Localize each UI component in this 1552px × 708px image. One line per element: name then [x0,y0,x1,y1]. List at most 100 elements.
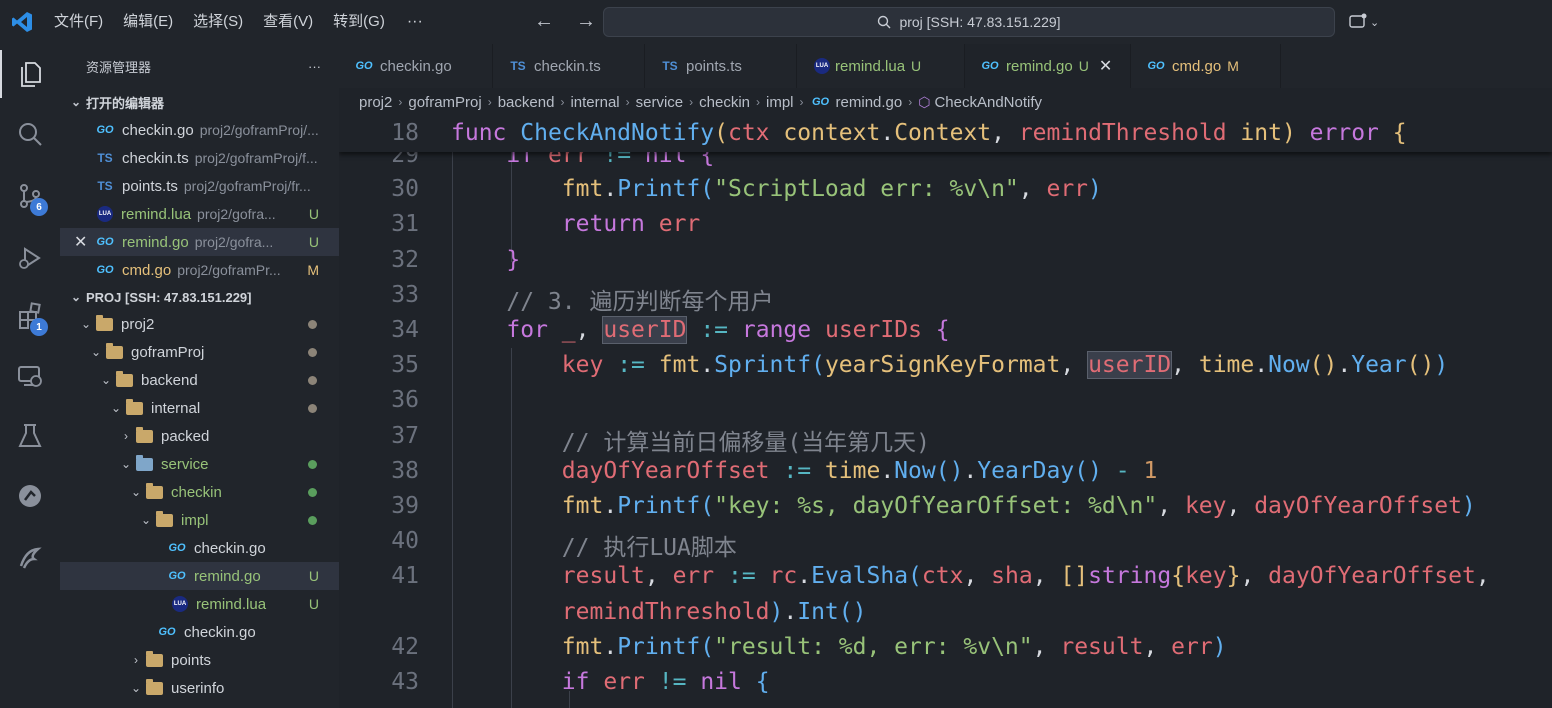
search-icon[interactable] [0,110,60,158]
ts-file-icon: TS [97,179,113,193]
tab-points-ts[interactable]: TS points.ts [645,44,797,88]
chevron-down-icon: ⌄ [120,457,132,471]
chevron-right-icon: › [134,653,138,667]
chevron-down-icon: ⌄ [140,513,152,527]
open-editor-item[interactable]: GO checkin.go proj2/goframProj/... [60,116,339,144]
open-editor-item-active[interactable]: ✕ GO remind.go proj2/gofra... U [60,228,339,256]
folder-open-icon [106,342,123,359]
tab-checkin-go[interactable]: GO checkin.go [339,44,493,88]
menu-more-button[interactable]: ··· [395,13,435,31]
sticky-scroll-header[interactable]: 18 func CheckAndNotify(ctx context.Conte… [339,116,1552,152]
code-line: // 计算当前日偏移量(当年第几天) [561,430,931,456]
forward-arrow-icon[interactable]: → [572,8,600,36]
go-file-icon: GO [96,124,114,136]
menu-selection[interactable]: 选择(S) [183,0,253,44]
menu-bar: 文件(F) 编辑(E) 选择(S) 查看(V) 转到(G) ··· [44,0,435,44]
search-icon [878,15,891,29]
line-number: 30 [391,176,419,202]
untracked-badge: U [308,206,319,222]
tab-cmd-go[interactable]: GO cmd.go M [1131,44,1281,88]
extensions-icon[interactable]: 1 [0,292,60,340]
tree-folder[interactable]: ⌄ internal [60,394,339,422]
menu-view[interactable]: 查看(V) [253,0,323,44]
open-editor-item[interactable]: TS checkin.ts proj2/goframProj/f... [60,144,339,172]
breadcrumb-item[interactable]: CheckAndNotify [934,94,1042,111]
go-file-icon: GO [158,626,176,638]
modified-badge: M [307,262,319,278]
code-line: fmt.Printf("ScriptLoad err: %v\n", err) [561,176,1102,202]
testing-icon[interactable] [0,412,60,460]
workspace-header[interactable]: ⌄ PROJ [SSH: 47.83.151.229] [60,284,339,310]
breadcrumb-item[interactable]: checkin [699,94,750,111]
lua-file-icon: LUA [97,206,113,222]
close-tab-icon[interactable]: ✕ [1099,56,1112,76]
open-editor-item[interactable]: TS points.ts proj2/goframProj/fr... [60,172,339,200]
open-editor-item[interactable]: LUA remind.lua proj2/gofra... U [60,200,339,228]
breadcrumb-item[interactable]: impl [766,94,794,111]
tab-checkin-ts[interactable]: TS checkin.ts [493,44,645,88]
line-number: 37 [391,423,419,449]
breadcrumb-item[interactable]: backend [498,94,555,111]
editor-tabs: GO checkin.go TS checkin.ts TS points.ts… [339,44,1552,88]
tree-folder[interactable]: › packed [60,422,339,450]
tree-file[interactable]: GO checkin.go [60,618,339,646]
back-arrow-icon[interactable]: ← [530,8,558,36]
breadcrumb-item[interactable]: proj2 [359,94,392,111]
source-control-icon[interactable]: 6 [0,172,60,220]
code-line: for _, userID := range userIDs { [506,316,950,344]
breadcrumb-item[interactable]: internal [570,94,619,111]
chevron-down-icon: ⌄ [70,95,82,109]
chevron-down-icon: ⌄ [70,290,82,304]
run-debug-icon[interactable] [0,234,60,282]
tree-folder[interactable]: ⌄ userinfo [60,674,339,702]
activity-bar: 6 1 [0,44,60,708]
command-center-search[interactable]: proj [SSH: 47.83.151.229] [603,7,1335,37]
line-number: 39 [391,493,419,519]
breadcrumb-item[interactable]: remind.go [836,94,903,111]
copilot-icon[interactable]: ⌄ [1348,10,1388,34]
explorer-more-button[interactable]: ··· [308,59,321,74]
line-number: 32 [391,247,419,273]
open-editors-header[interactable]: ⌄ 打开的编辑器 [60,88,339,116]
close-icon[interactable]: ✕ [74,232,94,252]
tree-folder[interactable]: ⌄ service [60,450,339,478]
tab-remind-lua[interactable]: LUA remind.lua U [797,44,965,88]
ts-file-icon: TS [97,151,113,165]
code-line: return err [561,211,701,237]
line-number: 38 [391,458,419,484]
rest-client-icon[interactable] [0,534,60,582]
tree-folder[interactable]: ⌄ impl [60,506,339,534]
menu-file[interactable]: 文件(F) [44,0,113,44]
code-line: result, err := rc.EvalSha(ctx, sha, []st… [561,563,1490,589]
gitlens-icon[interactable] [0,472,60,520]
untracked-badge: U [308,234,319,250]
tree-file[interactable]: GO checkin.go [60,534,339,562]
menu-go[interactable]: 转到(G) [323,0,395,44]
tree-file[interactable]: LUA remind.lua U [60,590,339,618]
tree-folder[interactable]: › points [60,646,339,674]
tab-remind-go[interactable]: GO remind.go U ✕ [965,44,1131,88]
breadcrumb-item[interactable]: service [636,94,684,111]
breadcrumb-item[interactable]: goframProj [408,94,481,111]
line-number: 34 [391,317,419,343]
code-line: if err != nil { [561,669,770,695]
ts-file-icon: TS [662,59,678,73]
chevron-down-icon: ⌄ [80,317,92,331]
open-editor-item[interactable]: GO cmd.go proj2/goframPr... M [60,256,339,284]
tree-folder[interactable]: ⌄ checkin [60,478,339,506]
chevron-down-icon: ⌄ [130,485,142,499]
status-dot [308,375,317,385]
tree-folder[interactable]: ⌄ proj2 [60,310,339,338]
tree-file-active[interactable]: GO remind.go U [60,562,339,590]
untracked-badge: U [308,568,319,584]
tree-folder[interactable]: ⌄ backend [60,366,339,394]
line-number: 35 [391,352,419,378]
remote-explorer-icon[interactable] [0,352,60,400]
code-line: dayOfYearOffset := time.Now().YearDay() … [561,458,1158,484]
tree-folder[interactable]: ⌄ goframProj [60,338,339,366]
code-line: // 执行LUA脚本 [561,535,737,561]
explorer-icon[interactable] [0,50,60,98]
go-file-icon: GO [168,570,186,582]
code-editor[interactable]: 29 if err != nil { 18 func CheckAndNotif… [339,116,1552,708]
menu-edit[interactable]: 编辑(E) [113,0,183,44]
